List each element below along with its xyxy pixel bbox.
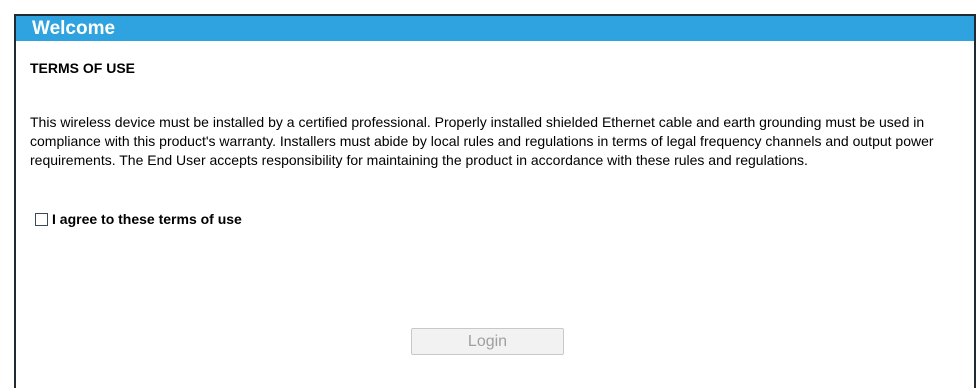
terms-text: This wireless device must be installed b… (30, 114, 934, 168)
panel-title: Welcome (32, 18, 116, 39)
login-button-container: Login (411, 328, 564, 355)
panel-content: TERMS OF USE This wireless device must b… (16, 59, 974, 227)
agree-label[interactable]: I agree to these terms of use (52, 211, 242, 227)
terms-heading: TERMS OF USE (30, 60, 136, 76)
panel-header: Welcome (16, 16, 974, 41)
login-button[interactable]: Login (411, 328, 564, 355)
agree-row: I agree to these terms of use (30, 211, 958, 227)
agree-checkbox[interactable] (35, 212, 48, 226)
